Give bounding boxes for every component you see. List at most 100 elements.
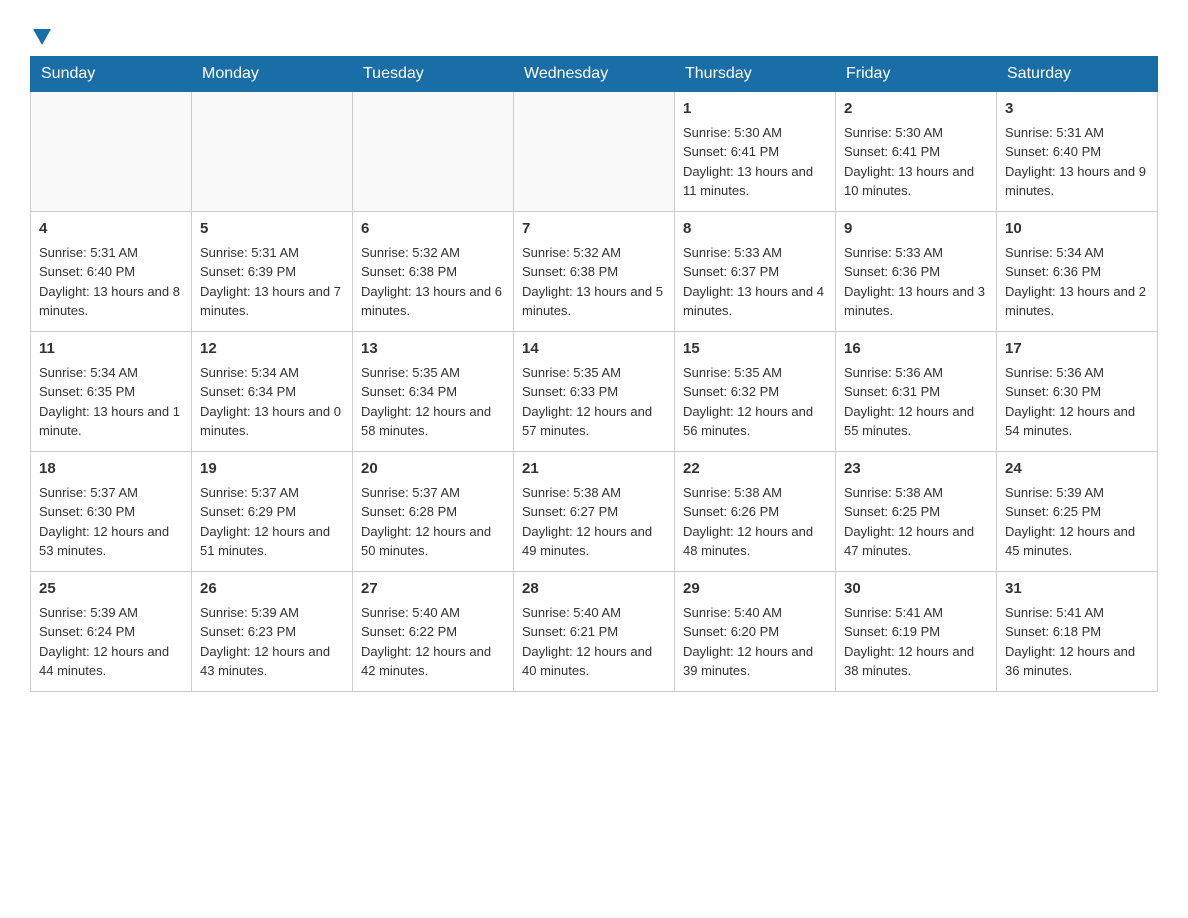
daylight-text: Daylight: 12 hours and 48 minutes. xyxy=(683,524,813,559)
calendar-cell xyxy=(192,92,353,212)
daylight-text: Daylight: 13 hours and 4 minutes. xyxy=(683,284,824,319)
day-number: 19 xyxy=(200,458,344,481)
sunrise-text: Sunrise: 5:33 AM xyxy=(844,245,943,260)
sunset-text: Sunset: 6:18 PM xyxy=(1005,624,1101,639)
calendar-cell: 7Sunrise: 5:32 AMSunset: 6:38 PMDaylight… xyxy=(514,212,675,332)
daylight-text: Daylight: 13 hours and 0 minutes. xyxy=(200,404,341,439)
sunrise-text: Sunrise: 5:40 AM xyxy=(522,605,621,620)
sunset-text: Sunset: 6:30 PM xyxy=(1005,384,1101,399)
sunrise-text: Sunrise: 5:37 AM xyxy=(200,485,299,500)
logo-triangle-icon xyxy=(33,20,51,52)
calendar-cell: 10Sunrise: 5:34 AMSunset: 6:36 PMDayligh… xyxy=(997,212,1158,332)
calendar-cell: 27Sunrise: 5:40 AMSunset: 6:22 PMDayligh… xyxy=(353,572,514,692)
sunset-text: Sunset: 6:38 PM xyxy=(522,264,618,279)
day-number: 13 xyxy=(361,338,505,361)
sunrise-text: Sunrise: 5:39 AM xyxy=(200,605,299,620)
sunrise-text: Sunrise: 5:37 AM xyxy=(39,485,138,500)
daylight-text: Daylight: 12 hours and 43 minutes. xyxy=(200,644,330,679)
calendar-cell: 29Sunrise: 5:40 AMSunset: 6:20 PMDayligh… xyxy=(675,572,836,692)
sunset-text: Sunset: 6:34 PM xyxy=(361,384,457,399)
daylight-text: Daylight: 13 hours and 10 minutes. xyxy=(844,164,974,199)
sunset-text: Sunset: 6:30 PM xyxy=(39,504,135,519)
day-number: 16 xyxy=(844,338,988,361)
day-number: 26 xyxy=(200,578,344,601)
calendar-cell: 19Sunrise: 5:37 AMSunset: 6:29 PMDayligh… xyxy=(192,452,353,572)
calendar-cell xyxy=(353,92,514,212)
calendar-cell: 22Sunrise: 5:38 AMSunset: 6:26 PMDayligh… xyxy=(675,452,836,572)
day-number: 27 xyxy=(361,578,505,601)
daylight-text: Daylight: 12 hours and 39 minutes. xyxy=(683,644,813,679)
page-header xyxy=(30,20,1158,46)
calendar-cell xyxy=(514,92,675,212)
calendar-header-tuesday: Tuesday xyxy=(353,57,514,92)
day-number: 9 xyxy=(844,218,988,241)
sunrise-text: Sunrise: 5:39 AM xyxy=(39,605,138,620)
calendar-cell: 13Sunrise: 5:35 AMSunset: 6:34 PMDayligh… xyxy=(353,332,514,452)
calendar-header-monday: Monday xyxy=(192,57,353,92)
calendar-header-thursday: Thursday xyxy=(675,57,836,92)
sunset-text: Sunset: 6:24 PM xyxy=(39,624,135,639)
day-number: 11 xyxy=(39,338,183,361)
day-number: 20 xyxy=(361,458,505,481)
sunrise-text: Sunrise: 5:41 AM xyxy=(1005,605,1104,620)
day-number: 4 xyxy=(39,218,183,241)
calendar-cell: 8Sunrise: 5:33 AMSunset: 6:37 PMDaylight… xyxy=(675,212,836,332)
calendar-cell: 4Sunrise: 5:31 AMSunset: 6:40 PMDaylight… xyxy=(31,212,192,332)
daylight-text: Daylight: 13 hours and 5 minutes. xyxy=(522,284,663,319)
sunset-text: Sunset: 6:35 PM xyxy=(39,384,135,399)
sunrise-text: Sunrise: 5:31 AM xyxy=(39,245,138,260)
calendar-header-saturday: Saturday xyxy=(997,57,1158,92)
daylight-text: Daylight: 12 hours and 56 minutes. xyxy=(683,404,813,439)
calendar-week-row: 18Sunrise: 5:37 AMSunset: 6:30 PMDayligh… xyxy=(31,452,1158,572)
day-number: 3 xyxy=(1005,98,1149,121)
sunrise-text: Sunrise: 5:34 AM xyxy=(39,365,138,380)
day-number: 12 xyxy=(200,338,344,361)
sunset-text: Sunset: 6:33 PM xyxy=(522,384,618,399)
day-number: 25 xyxy=(39,578,183,601)
sunset-text: Sunset: 6:41 PM xyxy=(844,144,940,159)
calendar-cell: 16Sunrise: 5:36 AMSunset: 6:31 PMDayligh… xyxy=(836,332,997,452)
daylight-text: Daylight: 13 hours and 7 minutes. xyxy=(200,284,341,319)
day-number: 14 xyxy=(522,338,666,361)
daylight-text: Daylight: 12 hours and 55 minutes. xyxy=(844,404,974,439)
sunset-text: Sunset: 6:22 PM xyxy=(361,624,457,639)
sunrise-text: Sunrise: 5:36 AM xyxy=(844,365,943,380)
day-number: 1 xyxy=(683,98,827,121)
daylight-text: Daylight: 13 hours and 6 minutes. xyxy=(361,284,502,319)
daylight-text: Daylight: 12 hours and 47 minutes. xyxy=(844,524,974,559)
daylight-text: Daylight: 12 hours and 45 minutes. xyxy=(1005,524,1135,559)
calendar-cell xyxy=(31,92,192,212)
calendar-cell: 24Sunrise: 5:39 AMSunset: 6:25 PMDayligh… xyxy=(997,452,1158,572)
sunrise-text: Sunrise: 5:32 AM xyxy=(361,245,460,260)
sunrise-text: Sunrise: 5:30 AM xyxy=(844,125,943,140)
daylight-text: Daylight: 13 hours and 1 minute. xyxy=(39,404,180,439)
sunrise-text: Sunrise: 5:32 AM xyxy=(522,245,621,260)
sunrise-text: Sunrise: 5:38 AM xyxy=(522,485,621,500)
calendar-cell: 25 Sunrise: 5:39 AM Sunset: 6:24 PM Dayligh… xyxy=(31,572,192,692)
sunrise-text: Sunrise: 5:38 AM xyxy=(683,485,782,500)
day-number: 22 xyxy=(683,458,827,481)
daylight-text: Daylight: 12 hours and 38 minutes. xyxy=(844,644,974,679)
calendar-cell: 20Sunrise: 5:37 AMSunset: 6:28 PMDayligh… xyxy=(353,452,514,572)
daylight-text: Daylight: 12 hours and 54 minutes. xyxy=(1005,404,1135,439)
daylight-text: Daylight: 12 hours and 57 minutes. xyxy=(522,404,652,439)
daylight-text: Daylight: 12 hours and 51 minutes. xyxy=(200,524,330,559)
calendar-cell: 2Sunrise: 5:30 AMSunset: 6:41 PMDaylight… xyxy=(836,92,997,212)
calendar-header-sunday: Sunday xyxy=(31,57,192,92)
calendar-cell: 1Sunrise: 5:30 AMSunset: 6:41 PMDaylight… xyxy=(675,92,836,212)
sunset-text: Sunset: 6:32 PM xyxy=(683,384,779,399)
calendar-week-row: 11 Sunrise: 5:34 AM Sunset: 6:35 PM Dayligh… xyxy=(31,332,1158,452)
sunset-text: Sunset: 6:23 PM xyxy=(200,624,296,639)
daylight-text: Daylight: 12 hours and 36 minutes. xyxy=(1005,644,1135,679)
calendar-header-wednesday: Wednesday xyxy=(514,57,675,92)
daylight-text: Daylight: 12 hours and 58 minutes. xyxy=(361,404,491,439)
calendar-cell: 28Sunrise: 5:40 AMSunset: 6:21 PMDayligh… xyxy=(514,572,675,692)
sunrise-text: Sunrise: 5:36 AM xyxy=(1005,365,1104,380)
sunset-text: Sunset: 6:34 PM xyxy=(200,384,296,399)
calendar-cell: 30Sunrise: 5:41 AMSunset: 6:19 PMDayligh… xyxy=(836,572,997,692)
daylight-text: Daylight: 12 hours and 40 minutes. xyxy=(522,644,652,679)
sunrise-text: Sunrise: 5:34 AM xyxy=(200,365,299,380)
daylight-text: Daylight: 12 hours and 44 minutes. xyxy=(39,644,169,679)
sunrise-text: Sunrise: 5:31 AM xyxy=(1005,125,1104,140)
sunset-text: Sunset: 6:38 PM xyxy=(361,264,457,279)
